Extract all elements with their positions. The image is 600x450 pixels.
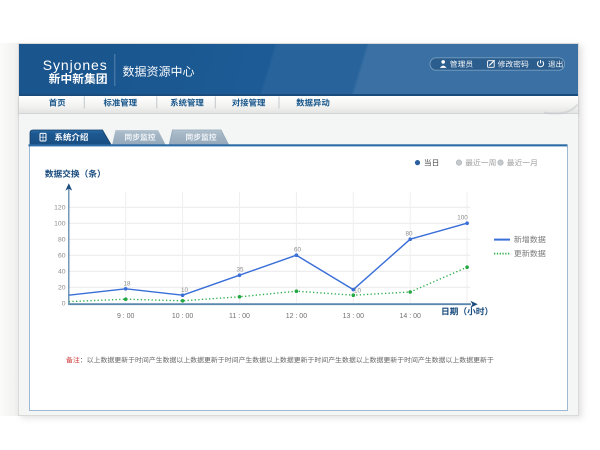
svg-text:120: 120 bbox=[54, 205, 66, 212]
svg-text:35: 35 bbox=[236, 267, 244, 274]
svg-text:Synjones: Synjones bbox=[43, 57, 108, 73]
svg-text:100: 100 bbox=[54, 221, 66, 228]
svg-text:60: 60 bbox=[58, 253, 66, 260]
svg-text:10: 10 bbox=[181, 287, 189, 294]
svg-text:9 : 00: 9 : 00 bbox=[117, 313, 135, 320]
svg-text:80: 80 bbox=[405, 231, 413, 238]
svg-text:10: 10 bbox=[354, 288, 362, 295]
svg-text:12 : 00: 12 : 00 bbox=[286, 313, 308, 320]
svg-text:18: 18 bbox=[123, 281, 131, 288]
svg-text:14 : 00: 14 : 00 bbox=[399, 313, 421, 320]
svg-text:40: 40 bbox=[58, 269, 66, 276]
svg-text:60: 60 bbox=[294, 247, 302, 254]
svg-text:11 : 00: 11 : 00 bbox=[229, 313, 250, 320]
svg-text:13 : 00: 13 : 00 bbox=[343, 313, 365, 320]
svg-text:10 : 00: 10 : 00 bbox=[172, 313, 194, 320]
svg-text:80: 80 bbox=[58, 237, 66, 244]
svg-text:0: 0 bbox=[62, 301, 66, 308]
svg-text:100: 100 bbox=[457, 215, 468, 222]
svg-text:20: 20 bbox=[58, 285, 66, 292]
